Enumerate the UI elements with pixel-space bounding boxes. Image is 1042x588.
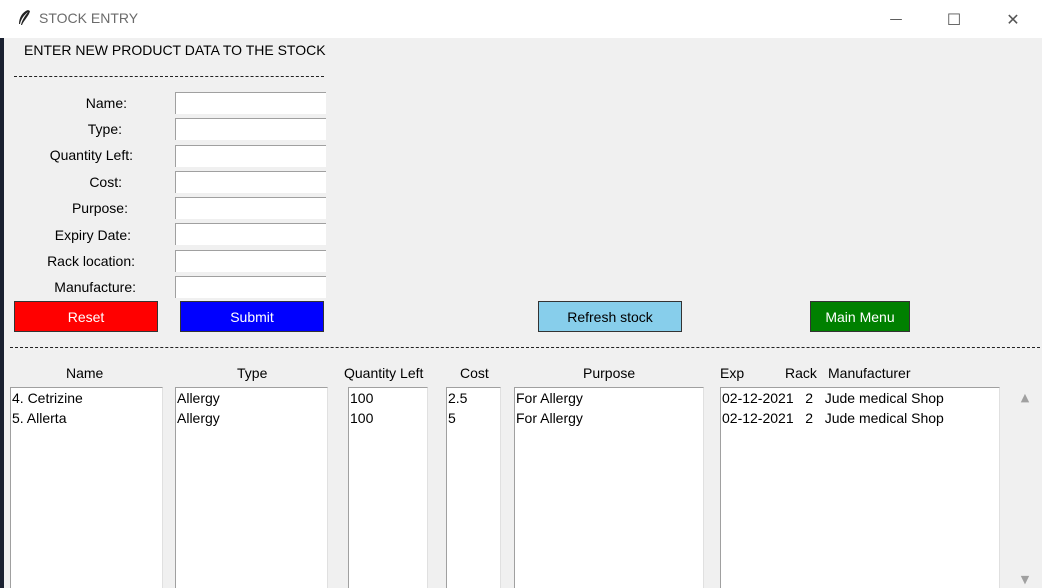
type-label: Type: (87, 121, 122, 137)
list-item[interactable]: 100 (349, 408, 427, 428)
name-label: Name: (85, 95, 127, 111)
col-header-purpose: Purpose (583, 365, 636, 381)
manufacture-label: Manufacture: (54, 279, 136, 295)
costs-listbox[interactable]: 2.5 5 (446, 387, 501, 588)
quantity-input[interactable] (175, 145, 326, 167)
close-button[interactable]: ✕ (984, 0, 1042, 38)
close-icon: ✕ (1006, 9, 1020, 29)
names-listbox[interactable]: 4. Cetrizine 5. Allerta (10, 387, 163, 588)
refresh-stock-button[interactable]: Refresh stock (538, 301, 682, 332)
expiry-date-label: Expiry Date: (54, 227, 131, 243)
col-header-quantity: Quantity Left (344, 365, 424, 381)
list-item[interactable]: Allergy (176, 408, 327, 428)
list-item[interactable]: 2.5 (447, 388, 500, 408)
col-header-name: Name (66, 365, 104, 381)
list-item[interactable]: 02-12-2021 2 Jude medical Shop (721, 388, 999, 408)
details-listbox[interactable]: 02-12-2021 2 Jude medical Shop 02-12-202… (720, 387, 1000, 588)
rack-location-label: Rack location: (47, 253, 135, 269)
rack-location-input[interactable] (175, 250, 326, 272)
maximize-button[interactable]: ☐ (925, 0, 983, 38)
col-header-manufacturer: Manufacturer (828, 365, 911, 381)
expiry-date-input[interactable] (175, 223, 326, 245)
type-input[interactable] (175, 118, 326, 140)
cost-input[interactable] (175, 171, 326, 193)
list-item[interactable]: For Allergy (515, 388, 703, 408)
quantity-label: Quantity Left: (49, 147, 133, 163)
list-item[interactable]: For Allergy (515, 408, 703, 428)
manufacture-input[interactable] (175, 276, 326, 298)
types-listbox[interactable]: Allergy Allergy (175, 387, 328, 588)
list-item[interactable]: Allergy (176, 388, 327, 408)
purpose-label: Purpose: (71, 200, 128, 216)
col-header-rack: Rack (785, 365, 817, 381)
window-title: STOCK ENTRY (39, 10, 139, 26)
feather-app-icon (19, 10, 30, 25)
scroll-up-icon[interactable]: ▲ (1013, 388, 1037, 406)
name-input[interactable] (175, 92, 326, 114)
purposes-listbox[interactable]: For Allergy For Allergy (514, 387, 704, 588)
list-item[interactable]: 02-12-2021 2 Jude medical Shop (721, 408, 999, 428)
list-item[interactable]: 5 (447, 408, 500, 428)
quantities-listbox[interactable]: 100 100 (348, 387, 428, 588)
col-header-exp: Exp (720, 365, 745, 381)
scroll-down-icon[interactable]: ▼ (1013, 570, 1037, 588)
vertical-scrollbar[interactable]: ▲ ▼ (1013, 384, 1037, 588)
submit-button[interactable]: Submit (180, 301, 324, 332)
col-header-cost: Cost (460, 365, 489, 381)
purpose-input[interactable] (175, 197, 326, 219)
reset-button[interactable]: Reset (14, 301, 158, 332)
list-item[interactable]: 4. Cetrizine (11, 388, 162, 408)
list-item[interactable]: 5. Allerta (11, 408, 162, 428)
main-menu-button[interactable]: Main Menu (810, 301, 910, 332)
table-divider (10, 347, 1040, 348)
maximize-icon: ☐ (946, 9, 962, 29)
list-item[interactable]: 100 (349, 388, 427, 408)
cost-label: Cost: (89, 174, 122, 190)
col-header-type: Type (237, 365, 268, 381)
form-divider (14, 76, 324, 77)
minimize-button[interactable]: — (867, 0, 925, 38)
form-heading: ENTER NEW PRODUCT DATA TO THE STOCK (24, 42, 326, 58)
minimize-icon: — (889, 11, 903, 27)
